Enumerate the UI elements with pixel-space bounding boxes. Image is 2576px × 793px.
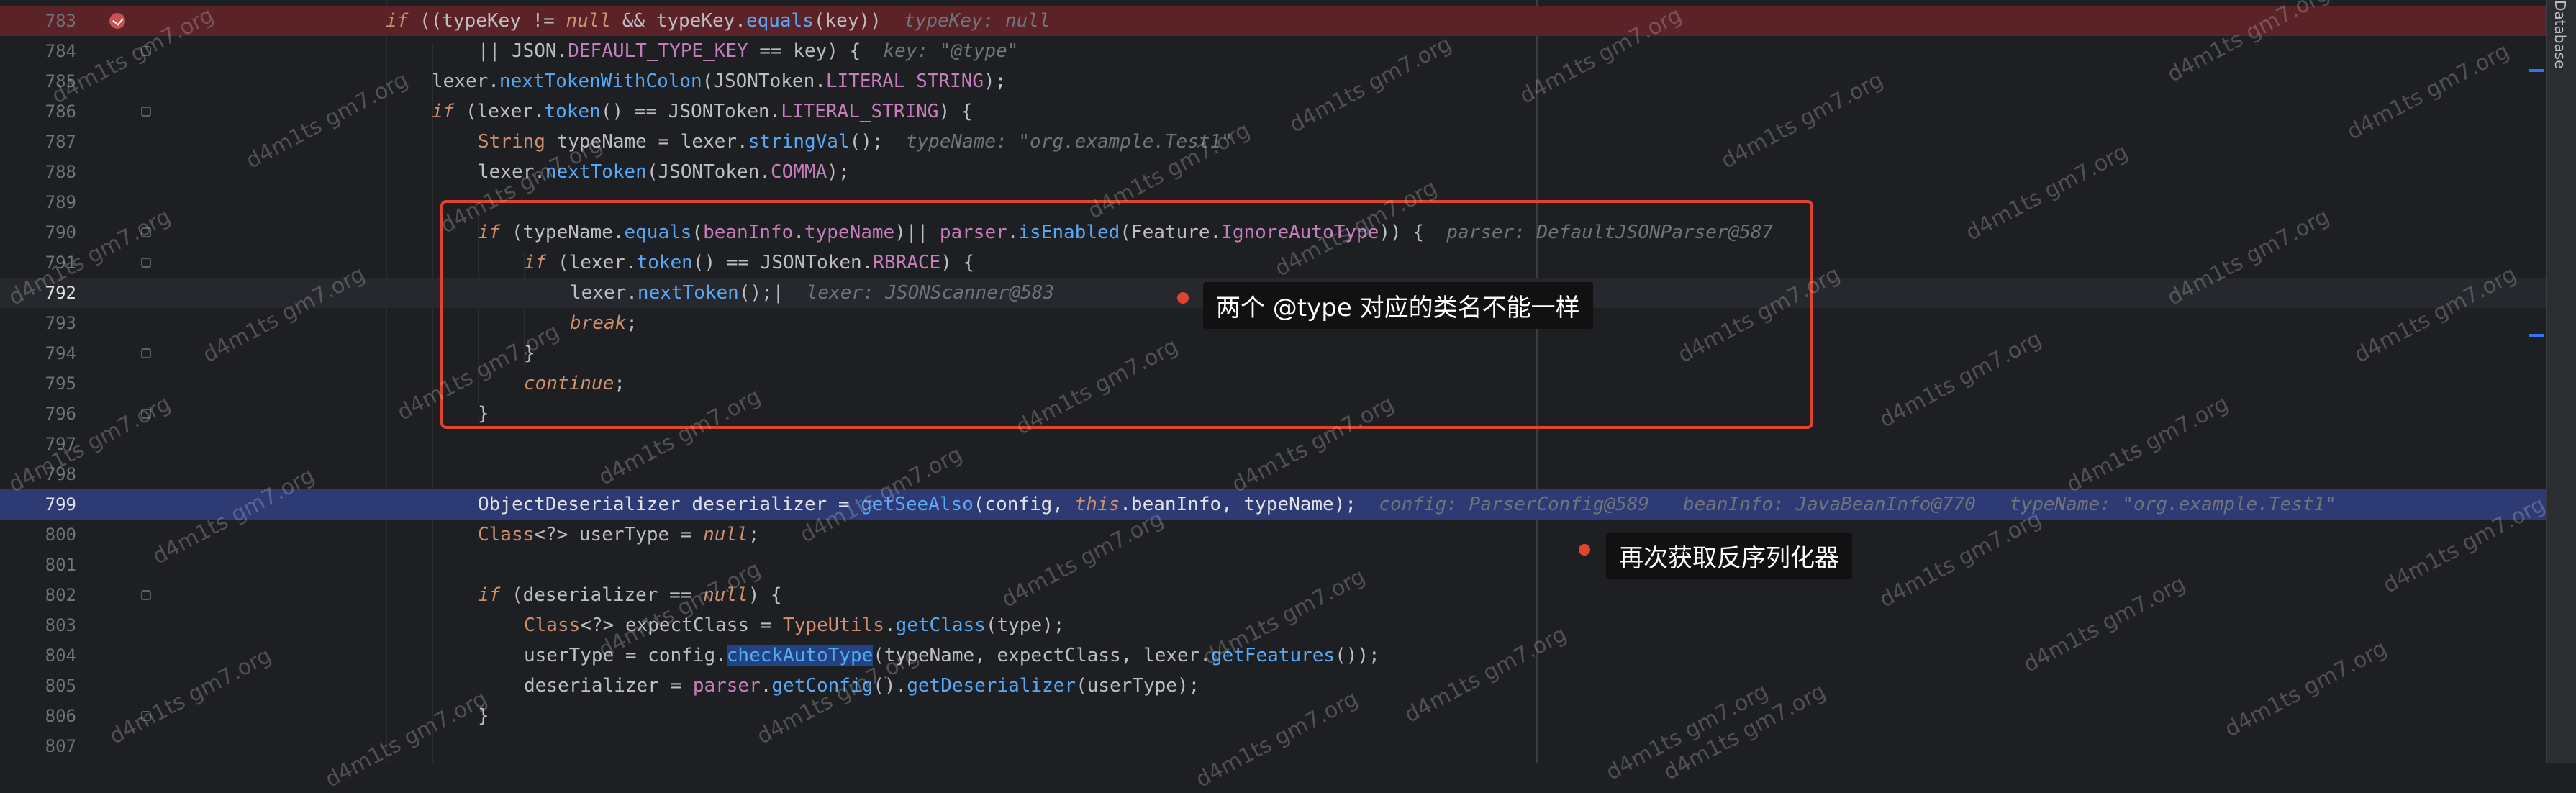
- line-number: 801: [45, 555, 76, 575]
- code-text: Class<?> userType = null;: [478, 524, 760, 545]
- code-text: deserializer = parser.getConfig().getDes…: [524, 675, 1200, 697]
- database-tab[interactable]: Database: [2552, 0, 2569, 68]
- line-number: 791: [45, 253, 76, 273]
- inline-hint: typeKey: null: [904, 10, 1051, 32]
- line-number: 805: [45, 676, 76, 696]
- code-line-804[interactable]: 804 userType = config.checkAutoType(type…: [0, 640, 2547, 671]
- annotation-dot: [1177, 292, 1189, 304]
- line-number: 793: [45, 313, 76, 333]
- line-number: 799: [45, 494, 76, 515]
- code-text: || JSON.DEFAULT_TYPE_KEY == key) { key: …: [478, 40, 1019, 62]
- inline-hint: typeName: "org.example.Test1": [905, 131, 1233, 153]
- code-line-784[interactable]: 784 || JSON.DEFAULT_TYPE_KEY == key) { k…: [0, 36, 2547, 66]
- right-tool-strip: Database: [2546, 0, 2576, 763]
- code-text: if ((typeKey != null && typeKey.equals(k…: [386, 10, 1051, 32]
- code-text: lexer.nextTokenWithColon(JSONToken.LITER…: [432, 71, 1007, 92]
- code-text: }: [478, 705, 489, 727]
- fold-icon[interactable]: [141, 590, 151, 600]
- code-text: if (deserializer == null) {: [478, 584, 782, 606]
- scroll-marker: [2529, 334, 2544, 337]
- inline-hint: key: "@type": [883, 40, 1019, 62]
- line-number: 798: [45, 464, 76, 484]
- line-number: 788: [45, 162, 76, 182]
- highlight-box: [440, 200, 1813, 429]
- code-line-799[interactable]: 799 ObjectDeserializer deserializer = ge…: [0, 489, 2547, 520]
- annotation-label: 两个 @type 对应的类名不能一样: [1203, 282, 1593, 329]
- fold-icon[interactable]: [141, 46, 151, 56]
- code-line-807[interactable]: 807: [0, 731, 2547, 761]
- line-number: 796: [45, 404, 76, 424]
- breakpoint-icon[interactable]: [109, 13, 125, 29]
- code-line-800[interactable]: 800 Class<?> userType = null;: [0, 520, 2547, 550]
- code-line-803[interactable]: 803 Class<?> expectClass = TypeUtils.get…: [0, 610, 2547, 640]
- code-text: lexer.nextToken(JSONToken.COMMA);: [478, 161, 850, 183]
- line-number: 783: [45, 11, 76, 31]
- code-line-801[interactable]: 801: [0, 550, 2547, 580]
- code-text: String typeName = lexer.stringVal(); typ…: [478, 131, 1233, 153]
- fold-icon[interactable]: [141, 258, 151, 268]
- line-number: 803: [45, 615, 76, 635]
- line-number: 787: [45, 132, 76, 152]
- code-line-805[interactable]: 805 deserializer = parser.getConfig().ge…: [0, 671, 2547, 701]
- line-number: 792: [45, 283, 76, 303]
- code-line-787[interactable]: 787 String typeName = lexer.stringVal();…: [0, 127, 2547, 157]
- fold-icon[interactable]: [141, 348, 151, 358]
- fold-icon[interactable]: [141, 409, 151, 419]
- code-line-798[interactable]: 798: [0, 459, 2547, 489]
- code-text: if (lexer.token() == JSONToken.LITERAL_S…: [432, 101, 973, 122]
- line-number: 794: [45, 343, 76, 363]
- fold-icon[interactable]: [141, 711, 151, 721]
- code-line-788[interactable]: 788 lexer.nextToken(JSONToken.COMMA);: [0, 157, 2547, 187]
- code-line-786[interactable]: 786 if (lexer.token() == JSONToken.LITER…: [0, 96, 2547, 127]
- code-line-806[interactable]: 806 }: [0, 701, 2547, 731]
- code-text: userType = config.checkAutoType(typeName…: [524, 645, 1380, 666]
- annotation-dot: [1579, 544, 1590, 556]
- line-number: 789: [45, 192, 76, 212]
- code-line-783[interactable]: 783 if ((typeKey != null && typeKey.equa…: [0, 6, 2547, 36]
- line-number: 800: [45, 525, 76, 545]
- line-number: 786: [45, 101, 76, 122]
- inline-hint: config: ParserConfig@589 beanInfo: JavaB…: [1379, 494, 2336, 515]
- line-number: 807: [45, 736, 76, 756]
- code-line-785[interactable]: 785 lexer.nextTokenWithColon(JSONToken.L…: [0, 66, 2547, 96]
- annotation-label: 再次获取反序列化器: [1606, 533, 1852, 579]
- fold-icon[interactable]: [141, 107, 151, 117]
- code-text: Class<?> expectClass = TypeUtils.getClas…: [524, 615, 1065, 636]
- line-number: 804: [45, 645, 76, 666]
- line-number: 784: [45, 41, 76, 61]
- fold-icon[interactable]: [141, 227, 151, 237]
- line-number: 785: [45, 71, 76, 91]
- line-number: 795: [45, 373, 76, 394]
- code-text: ObjectDeserializer deserializer = getSee…: [478, 494, 2336, 515]
- line-number: 806: [45, 706, 76, 726]
- code-line-802[interactable]: 802 if (deserializer == null) {: [0, 580, 2547, 610]
- line-number: 790: [45, 222, 76, 243]
- line-number: 797: [45, 434, 76, 454]
- line-number: 802: [45, 585, 76, 605]
- code-line-797[interactable]: 797: [0, 429, 2547, 459]
- scroll-marker: [2529, 69, 2544, 72]
